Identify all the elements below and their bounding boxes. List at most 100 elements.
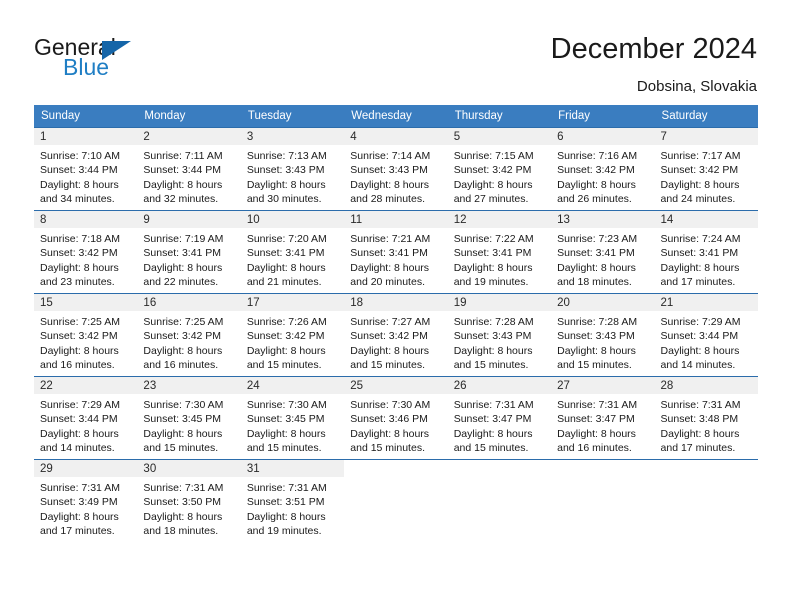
- calendar-day-cell[interactable]: 19 Sunrise: 7:28 AM Sunset: 3:43 PM Dayligh…: [447, 293, 552, 377]
- calendar-day-cell[interactable]: 1 Sunrise: 7:10 AM Sunset: 3:44 PM Daylight…: [34, 127, 138, 211]
- calendar-day-cell[interactable]: 23 Sunrise: 7:30 AM Sunset: 3:45 PM Dayligh…: [137, 376, 241, 460]
- day-cell-inner: 29 Sunrise: 7:31 AM Sunset: 3:49 PM Dayligh…: [34, 460, 138, 542]
- sunset-text: Sunset: 3:43 PM: [350, 164, 428, 177]
- daylight-text: Daylight: 8 hours: [350, 344, 430, 357]
- calendar-day-cell[interactable]: 5 Sunrise: 7:15 AM Sunset: 3:42 PM Daylight…: [447, 127, 552, 211]
- calendar-day-cell[interactable]: 28 Sunrise: 7:31 AM Sunset: 3:48 PM Dayligh…: [654, 376, 758, 460]
- daylight-text: Daylight: 8 hours: [660, 344, 740, 357]
- sunrise-text: Sunrise: 7:24 AM: [660, 233, 741, 245]
- calendar-day-cell[interactable]: 6 Sunrise: 7:16 AM Sunset: 3:42 PM Daylight…: [551, 127, 655, 211]
- calendar-day-cell[interactable]: 14 Sunrise: 7:24 AM Sunset: 3:41 PM Dayligh…: [654, 210, 758, 294]
- day-cell-inner: 27 Sunrise: 7:31 AM Sunset: 3:47 PM Dayligh…: [551, 377, 655, 459]
- day-number: 17: [240, 294, 345, 311]
- calendar-day-cell[interactable]: 31 Sunrise: 7:31 AM Sunset: 3:51 PM Dayligh…: [240, 459, 345, 542]
- daylight-text-cont: and 16 minutes.: [40, 359, 115, 372]
- calendar-day-cell[interactable]: 16 Sunrise: 7:25 AM Sunset: 3:42 PM Dayligh…: [137, 293, 241, 377]
- day-number: 10: [240, 211, 345, 228]
- calendar-day-cell[interactable]: 8 Sunrise: 7:18 AM Sunset: 3:42 PM Daylight…: [34, 210, 138, 294]
- daylight-text-cont: and 15 minutes.: [453, 359, 529, 372]
- sunrise-text: Sunrise: 7:30 AM: [246, 399, 327, 411]
- sunset-text: Sunset: 3:46 PM: [350, 413, 428, 426]
- daylight-text-cont: and 21 minutes.: [246, 276, 322, 289]
- daylight-text-cont: and 15 minutes.: [246, 359, 322, 372]
- calendar-week-row: 29 Sunrise: 7:31 AM Sunset: 3:49 PM Dayligh…: [34, 459, 758, 542]
- sunset-text: Sunset: 3:49 PM: [40, 496, 118, 509]
- day-number: 26: [447, 377, 552, 394]
- sunrise-text: Sunrise: 7:25 AM: [143, 316, 224, 328]
- day-cell-inner: 4 Sunrise: 7:14 AM Sunset: 3:43 PM Daylight…: [344, 128, 448, 210]
- calendar-day-cell[interactable]: 10 Sunrise: 7:20 AM Sunset: 3:41 PM Dayligh…: [240, 210, 345, 294]
- calendar-day-cell[interactable]: 2 Sunrise: 7:11 AM Sunset: 3:44 PM Daylight…: [137, 127, 241, 211]
- daylight-text-cont: and 19 minutes.: [453, 276, 529, 289]
- daylight-text-cont: and 16 minutes.: [557, 442, 632, 455]
- calendar-day-cell[interactable]: 11 Sunrise: 7:21 AM Sunset: 3:41 PM Dayligh…: [344, 210, 448, 294]
- daylight-text: Daylight: 8 hours: [40, 427, 119, 440]
- day-cell-inner: 11 Sunrise: 7:21 AM Sunset: 3:41 PM Dayligh…: [344, 211, 448, 293]
- sunrise-text: Sunrise: 7:14 AM: [350, 150, 431, 162]
- daylight-text: Daylight: 8 hours: [557, 344, 636, 357]
- sunset-text: Sunset: 3:44 PM: [143, 164, 222, 177]
- sunrise-text: Sunrise: 7:27 AM: [350, 316, 431, 328]
- day-details: Sunrise: 7:29 AM Sunset: 3:44 PM Daylight:…: [655, 311, 758, 373]
- daylight-text: Daylight: 8 hours: [246, 178, 326, 191]
- daylight-text: Daylight: 8 hours: [660, 261, 740, 274]
- day-number: 16: [137, 294, 241, 311]
- day-details: [551, 477, 654, 481]
- day-details: [448, 477, 551, 481]
- day-details: Sunrise: 7:20 AM Sunset: 3:41 PM Daylight:…: [241, 228, 344, 290]
- daylight-text-cont: and 34 minutes.: [40, 193, 115, 206]
- daylight-text-cont: and 19 minutes.: [246, 525, 322, 538]
- calendar-day-cell[interactable]: 24 Sunrise: 7:30 AM Sunset: 3:45 PM Dayligh…: [240, 376, 345, 460]
- day-details: Sunrise: 7:28 AM Sunset: 3:43 PM Daylight:…: [551, 311, 654, 373]
- calendar-day-cell[interactable]: 25 Sunrise: 7:30 AM Sunset: 3:46 PM Dayligh…: [344, 376, 448, 460]
- sunrise-text: Sunrise: 7:26 AM: [246, 316, 327, 328]
- day-cell-inner: 28 Sunrise: 7:31 AM Sunset: 3:48 PM Dayligh…: [654, 377, 758, 459]
- day-number: 23: [137, 377, 241, 394]
- calendar-day-cell[interactable]: 9 Sunrise: 7:19 AM Sunset: 3:41 PM Daylight…: [137, 210, 241, 294]
- day-cell-inner: 18 Sunrise: 7:27 AM Sunset: 3:42 PM Dayligh…: [344, 294, 448, 376]
- calendar-day-cell[interactable]: 17 Sunrise: 7:26 AM Sunset: 3:42 PM Dayligh…: [240, 293, 345, 377]
- calendar-day-cell[interactable]: 3 Sunrise: 7:13 AM Sunset: 3:43 PM Daylight…: [240, 127, 345, 211]
- calendar-day-cell[interactable]: 13 Sunrise: 7:23 AM Sunset: 3:41 PM Dayligh…: [551, 210, 655, 294]
- day-cell-inner: 17 Sunrise: 7:26 AM Sunset: 3:42 PM Dayligh…: [240, 294, 345, 376]
- day-details: Sunrise: 7:17 AM Sunset: 3:42 PM Daylight:…: [655, 145, 758, 207]
- day-details: Sunrise: 7:25 AM Sunset: 3:42 PM Daylight:…: [137, 311, 240, 373]
- sunset-text: Sunset: 3:50 PM: [143, 496, 222, 509]
- calendar-day-cell[interactable]: 20 Sunrise: 7:28 AM Sunset: 3:43 PM Dayligh…: [551, 293, 655, 377]
- calendar-day-cell[interactable]: 26 Sunrise: 7:31 AM Sunset: 3:47 PM Dayligh…: [447, 376, 552, 460]
- calendar-day-cell[interactable]: 15 Sunrise: 7:25 AM Sunset: 3:42 PM Dayligh…: [34, 293, 138, 377]
- calendar-day-cell[interactable]: 22 Sunrise: 7:29 AM Sunset: 3:44 PM Dayligh…: [34, 376, 138, 460]
- day-cell-inner: 6 Sunrise: 7:16 AM Sunset: 3:42 PM Daylight…: [551, 128, 655, 210]
- daylight-text-cont: and 30 minutes.: [246, 193, 322, 206]
- day-number: 8: [34, 211, 138, 228]
- day-cell-inner: 19 Sunrise: 7:28 AM Sunset: 3:43 PM Dayligh…: [447, 294, 552, 376]
- day-cell-inner: 30 Sunrise: 7:31 AM Sunset: 3:50 PM Dayligh…: [137, 460, 241, 542]
- daylight-text-cont: and 17 minutes.: [660, 276, 736, 289]
- sunrise-text: Sunrise: 7:10 AM: [40, 150, 120, 162]
- day-number: 2: [137, 128, 241, 145]
- day-cell-inner: [654, 460, 758, 542]
- daylight-text-cont: and 16 minutes.: [143, 359, 219, 372]
- daylight-text-cont: and 15 minutes.: [246, 442, 322, 455]
- calendar-day-cell[interactable]: 7 Sunrise: 7:17 AM Sunset: 3:42 PM Daylight…: [654, 127, 758, 211]
- calendar-day-cell[interactable]: 29 Sunrise: 7:31 AM Sunset: 3:49 PM Dayligh…: [34, 459, 138, 542]
- calendar-day-cell[interactable]: 4 Sunrise: 7:14 AM Sunset: 3:43 PM Daylight…: [344, 127, 448, 211]
- calendar-day-cell[interactable]: 30 Sunrise: 7:31 AM Sunset: 3:50 PM Dayligh…: [137, 459, 241, 542]
- day-details: Sunrise: 7:18 AM Sunset: 3:42 PM Daylight:…: [34, 228, 137, 290]
- weekday-header-sunday: Sunday: [34, 105, 138, 128]
- daylight-text: Daylight: 8 hours: [660, 427, 740, 440]
- sunset-text: Sunset: 3:43 PM: [453, 330, 532, 343]
- day-cell-inner: [344, 460, 448, 542]
- daylight-text: Daylight: 8 hours: [350, 178, 430, 191]
- calendar-day-cell[interactable]: 12 Sunrise: 7:22 AM Sunset: 3:41 PM Dayligh…: [447, 210, 552, 294]
- sunset-text: Sunset: 3:41 PM: [143, 247, 222, 260]
- day-details: Sunrise: 7:26 AM Sunset: 3:42 PM Daylight:…: [241, 311, 344, 373]
- calendar-day-cell[interactable]: 27 Sunrise: 7:31 AM Sunset: 3:47 PM Dayligh…: [551, 376, 655, 460]
- calendar-day-cell[interactable]: 21 Sunrise: 7:29 AM Sunset: 3:44 PM Dayligh…: [654, 293, 758, 377]
- calendar-day-cell[interactable]: 18 Sunrise: 7:27 AM Sunset: 3:42 PM Dayligh…: [344, 293, 448, 377]
- sunset-text: Sunset: 3:42 PM: [557, 164, 635, 177]
- day-cell-inner: 12 Sunrise: 7:22 AM Sunset: 3:41 PM Dayligh…: [447, 211, 552, 293]
- day-cell-inner: 16 Sunrise: 7:25 AM Sunset: 3:42 PM Dayligh…: [137, 294, 241, 376]
- day-details: Sunrise: 7:25 AM Sunset: 3:42 PM Daylight:…: [34, 311, 137, 373]
- general-blue-logo[interactable]: General Blue: [34, 34, 234, 86]
